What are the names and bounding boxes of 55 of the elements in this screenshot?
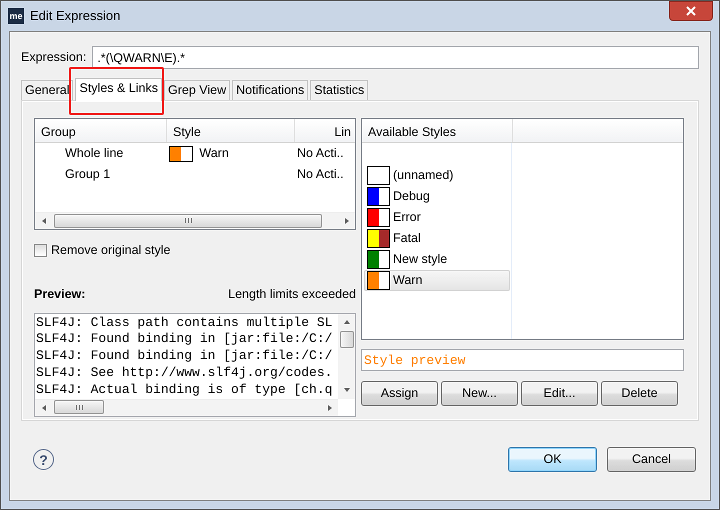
scrollbar-thumb[interactable] xyxy=(340,330,354,348)
table-cell-text: No Acti.. xyxy=(297,145,344,162)
scroll-left-icon[interactable] xyxy=(40,404,46,412)
preview-line: SLF4J: Class path contains multiple SL xyxy=(36,314,334,332)
table-cell-text: Group 1 xyxy=(65,166,110,184)
tab[interactable]: Statistics xyxy=(310,80,368,100)
scroll-right-icon[interactable] xyxy=(344,217,350,225)
preview-line: SLF4J: Actual binding is of type [ch.q xyxy=(36,382,334,398)
preview-line: SLF4J: Found binding in [jar:file:/C:/ xyxy=(36,331,334,348)
table-cell-text: Warn xyxy=(199,145,229,162)
ok-button[interactable]: OK xyxy=(508,447,597,472)
table-cell-text: No Acti.. xyxy=(297,166,344,184)
scroll-down-icon[interactable] xyxy=(342,387,350,393)
horizontal-scrollbar[interactable] xyxy=(35,212,355,229)
style-action-button[interactable]: Delete xyxy=(601,381,678,406)
scroll-left-icon[interactable] xyxy=(40,217,46,225)
tab[interactable]: Styles & Links xyxy=(75,78,162,101)
style-action-button[interactable]: New... xyxy=(441,381,518,406)
scrollbar-thumb[interactable] xyxy=(54,400,104,414)
close-icon xyxy=(686,6,696,16)
window-title: Edit Expression xyxy=(30,7,120,26)
app-icon: me xyxy=(8,8,24,24)
cancel-button[interactable]: Cancel xyxy=(607,447,696,472)
tab[interactable]: General xyxy=(21,80,74,100)
column-header[interactable]: Lin xyxy=(295,119,355,142)
scrollbar-thumb[interactable] xyxy=(54,214,322,228)
checkbox-label[interactable]: Remove original style xyxy=(51,241,170,260)
column-header[interactable]: Group xyxy=(35,119,167,142)
style-list-item[interactable]: Fatal xyxy=(364,228,510,249)
style-list-item[interactable]: Debug xyxy=(364,186,510,207)
style-list-item[interactable]: (unnamed) xyxy=(364,165,510,186)
close-button[interactable] xyxy=(669,1,713,21)
scroll-up-icon[interactable] xyxy=(342,319,350,325)
help-button[interactable]: ? xyxy=(33,449,54,470)
style-list-item[interactable]: Warn xyxy=(364,270,510,291)
preview-line: SLF4J: Found binding in [jar:file:/C:/ xyxy=(36,348,334,365)
scroll-right-icon[interactable] xyxy=(326,404,332,412)
expression-label: Expression: xyxy=(21,49,86,66)
horizontal-scrollbar[interactable] xyxy=(35,398,338,416)
expression-field[interactable]: .*(\QWARN\E).* xyxy=(92,46,699,69)
checkbox[interactable] xyxy=(34,244,47,257)
style-action-button[interactable]: Edit... xyxy=(521,381,598,406)
style-list-item[interactable]: New style xyxy=(364,249,510,270)
preview-line: SLF4J: See http://www.slf4j.org/codes. xyxy=(36,364,334,382)
column-header[interactable]: Style xyxy=(167,119,295,142)
style-action-button[interactable]: Assign xyxy=(361,381,438,406)
vertical-scrollbar[interactable] xyxy=(338,314,355,398)
style-preview-field: Style preview xyxy=(361,349,684,371)
table-cell-text: Whole line xyxy=(65,145,124,162)
tab[interactable]: Grep View xyxy=(164,80,230,100)
preview-text-area[interactable]: SLF4J: Class path contains multiple SL SLF4J: Found binding in [jar:file:/C:/ SLF4J: Found binding in [jar:file:/C:/ SLF4J: See http://www.slf4j.org/codes. SLF4J: Actual binding is of type [ch.q xyxy=(34,312,356,416)
preview-label: Preview: xyxy=(34,286,86,303)
style-list-item[interactable]: Error xyxy=(364,207,510,228)
tab[interactable]: Notifications xyxy=(232,80,308,100)
preview-status: Length limits exceeded xyxy=(228,286,356,303)
